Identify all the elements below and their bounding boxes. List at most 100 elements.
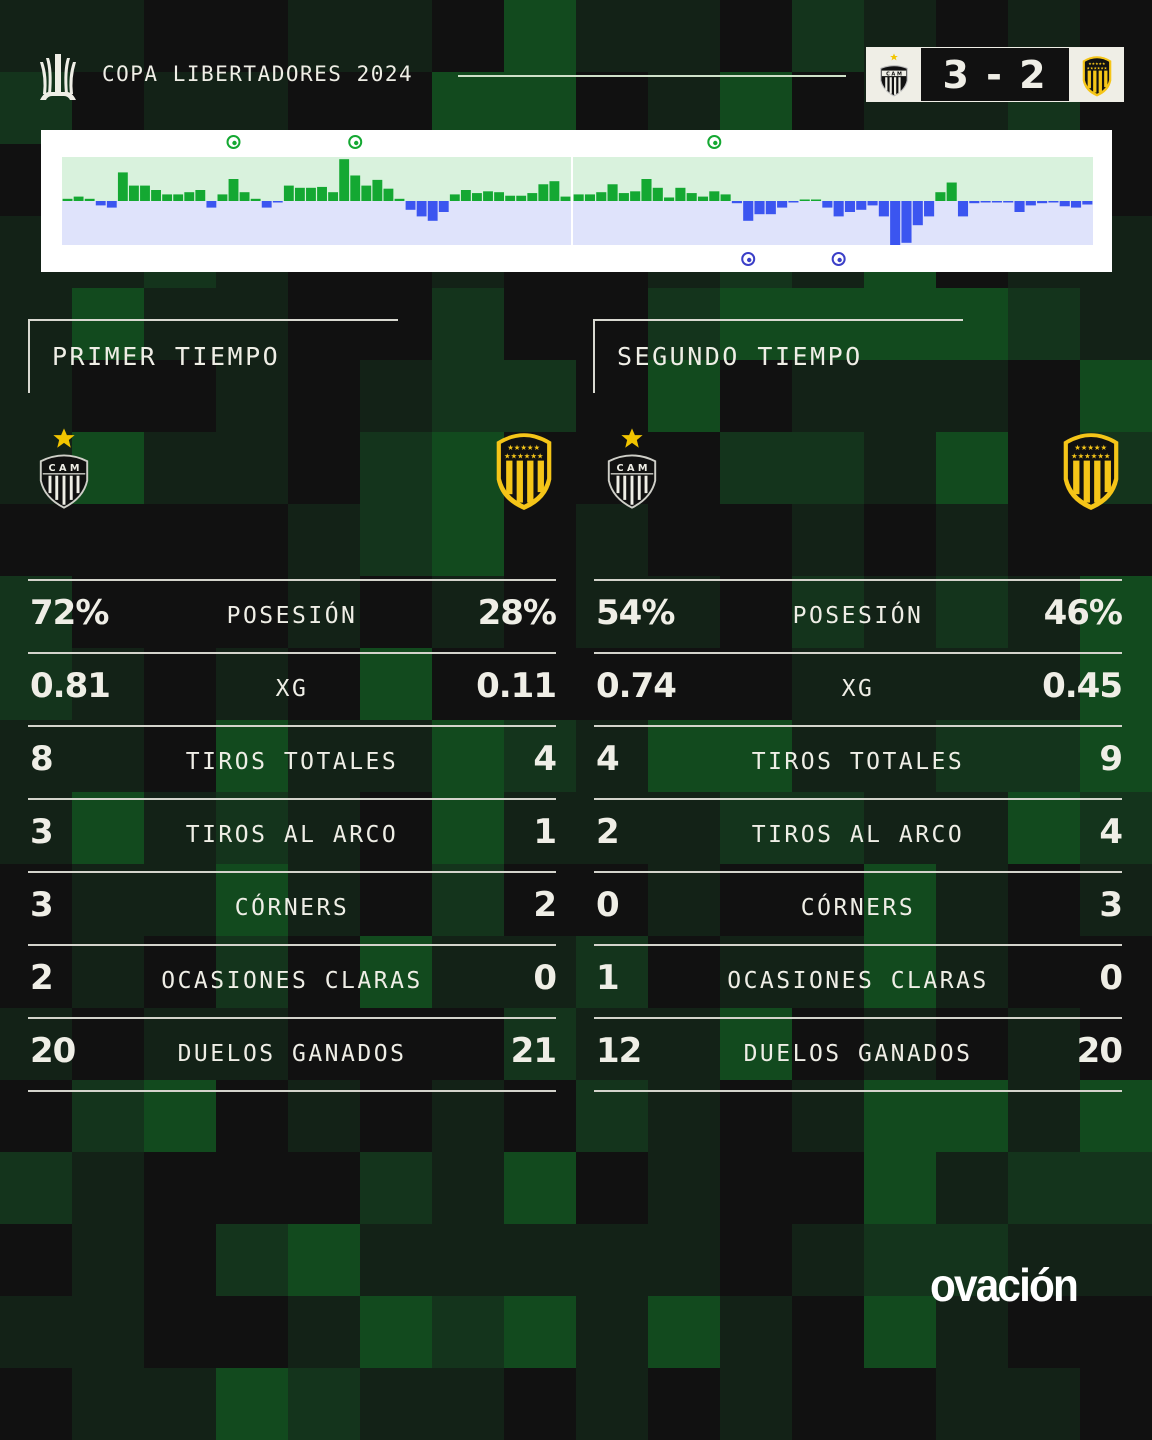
momentum-bar xyxy=(969,201,980,204)
momentum-bar xyxy=(217,194,228,201)
momentum-bar xyxy=(527,193,538,201)
momentum-bar xyxy=(483,191,493,201)
atletico-mineiro-crest-icon: C A M xyxy=(607,428,657,509)
header-divider xyxy=(458,75,846,77)
ovacion-brand-logo: ovación xyxy=(930,1259,1079,1311)
stat-row: 2 OCASIONES CLARAS 0 xyxy=(28,944,557,1017)
penarol-crest-icon: ★★★★★★★★★★★ xyxy=(1063,433,1119,510)
stat-label: TIROS AL ARCO xyxy=(751,822,965,848)
momentum-bar xyxy=(73,196,84,201)
momentum-bar xyxy=(173,194,184,201)
away-dominance-area xyxy=(62,201,571,245)
momentum-bar xyxy=(306,187,316,201)
momentum-bar xyxy=(261,201,272,208)
stat-label: TIROS TOTALES xyxy=(185,749,399,775)
away-stat-value: 3 xyxy=(1099,885,1123,925)
momentum-bar xyxy=(890,201,901,245)
momentum-bar xyxy=(618,193,629,201)
momentum-bar xyxy=(449,194,460,201)
momentum-bar xyxy=(350,175,361,201)
momentum-bar xyxy=(472,193,482,201)
away-stat-value: 0 xyxy=(1099,958,1123,998)
momentum-chart-svg xyxy=(62,135,1093,266)
momentum-bar xyxy=(84,198,95,201)
momentum-bar xyxy=(394,198,405,201)
momentum-bar xyxy=(1003,201,1014,203)
stat-row: 4 TIROS TOTALES 9 xyxy=(594,725,1123,798)
first-half-title: PRIMER TIEMPO xyxy=(52,342,281,371)
stat-label: DUELOS GANADOS xyxy=(743,1041,973,1067)
momentum-bar xyxy=(630,191,641,201)
momentum-bar xyxy=(867,201,878,206)
svg-text:C A M: C A M xyxy=(617,463,648,474)
svg-text:★★★★★★: ★★★★★★ xyxy=(504,452,544,461)
momentum-bar xyxy=(184,192,195,201)
momentum-bar xyxy=(549,181,560,201)
svg-text:C A M: C A M xyxy=(886,71,902,77)
stat-row: 8 TIROS TOTALES 4 xyxy=(28,725,557,798)
momentum-bar xyxy=(799,199,810,201)
svg-text:C A M: C A M xyxy=(49,463,80,474)
away-crest-small: ★★★★★ ★★★★★★ xyxy=(1069,47,1124,102)
stat-label: DUELOS GANADOS xyxy=(177,1041,407,1067)
momentum-bar xyxy=(206,201,217,208)
away-stat-value: 0.11 xyxy=(476,666,557,706)
momentum-bar xyxy=(1014,201,1025,212)
momentum-bar xyxy=(754,201,765,215)
stat-label: OCASIONES CLARAS xyxy=(727,968,989,994)
momentum-bar xyxy=(822,201,833,208)
stat-label: TIROS AL ARCO xyxy=(185,822,399,848)
stat-row: 1 OCASIONES CLARAS 0 xyxy=(594,944,1123,1017)
stat-row: 54% POSESIÓN 46% xyxy=(594,579,1123,652)
momentum-bar xyxy=(294,187,305,201)
home-goal-ball-icon xyxy=(707,135,722,149)
competition-title: COPA LIBERTADORES 2024 xyxy=(102,62,414,86)
momentum-bar xyxy=(731,201,742,204)
stat-row: 20 DUELOS GANADOS 21 xyxy=(28,1017,557,1092)
momentum-bar xyxy=(239,192,250,201)
conmebol-libertadores-logo-icon xyxy=(38,52,78,102)
away-stat-value: 46% xyxy=(1043,593,1123,633)
momentum-bar xyxy=(416,201,427,217)
momentum-bar xyxy=(573,194,584,201)
stat-label: TIROS TOTALES xyxy=(751,749,965,775)
momentum-bar xyxy=(878,201,889,217)
stat-row: 0.81 XG 0.11 xyxy=(28,652,557,725)
momentum-bar xyxy=(328,192,339,201)
away-goal-ball-icon xyxy=(831,252,846,266)
momentum-bar xyxy=(151,190,161,201)
momentum-bar xyxy=(641,179,652,201)
momentum-bar xyxy=(361,185,372,201)
atletico-mineiro-crest-icon: C A M xyxy=(879,53,908,97)
momentum-bar xyxy=(686,193,697,201)
momentum-bar xyxy=(162,194,173,201)
first-half-header: PRIMER TIEMPO xyxy=(28,319,398,393)
momentum-bar xyxy=(405,201,416,210)
away-stat-value: 20 xyxy=(1076,1031,1123,1071)
momentum-bar xyxy=(901,201,912,243)
svg-text:★★★★★★: ★★★★★★ xyxy=(1086,65,1107,70)
momentum-bar xyxy=(810,199,822,201)
momentum-bar xyxy=(777,201,788,208)
stat-row: 3 TIROS AL ARCO 1 xyxy=(28,798,557,871)
momentum-bar xyxy=(946,182,957,201)
stat-row: 3 CÓRNERS 2 xyxy=(28,871,557,944)
home-crest-small: C A M xyxy=(866,47,921,102)
final-score: 3 - 2 xyxy=(921,48,1069,101)
away-stat-value: 0.45 xyxy=(1042,666,1123,706)
momentum-bar xyxy=(494,192,505,201)
momentum-bar xyxy=(339,159,350,201)
momentum-bar xyxy=(607,184,618,201)
momentum-bar xyxy=(438,201,449,212)
momentum-bar xyxy=(584,194,596,201)
momentum-bar xyxy=(844,201,856,212)
stat-row: 0.74 XG 0.45 xyxy=(594,652,1123,725)
momentum-bar xyxy=(272,201,283,203)
momentum-bar xyxy=(991,201,1002,203)
momentum-bar xyxy=(460,190,471,201)
away-stat-value: 4 xyxy=(533,739,557,779)
momentum-bar xyxy=(106,201,117,208)
second-half-title: SEGUNDO TIEMPO xyxy=(617,342,863,371)
momentum-bar xyxy=(228,179,239,201)
momentum-bar xyxy=(195,190,206,201)
